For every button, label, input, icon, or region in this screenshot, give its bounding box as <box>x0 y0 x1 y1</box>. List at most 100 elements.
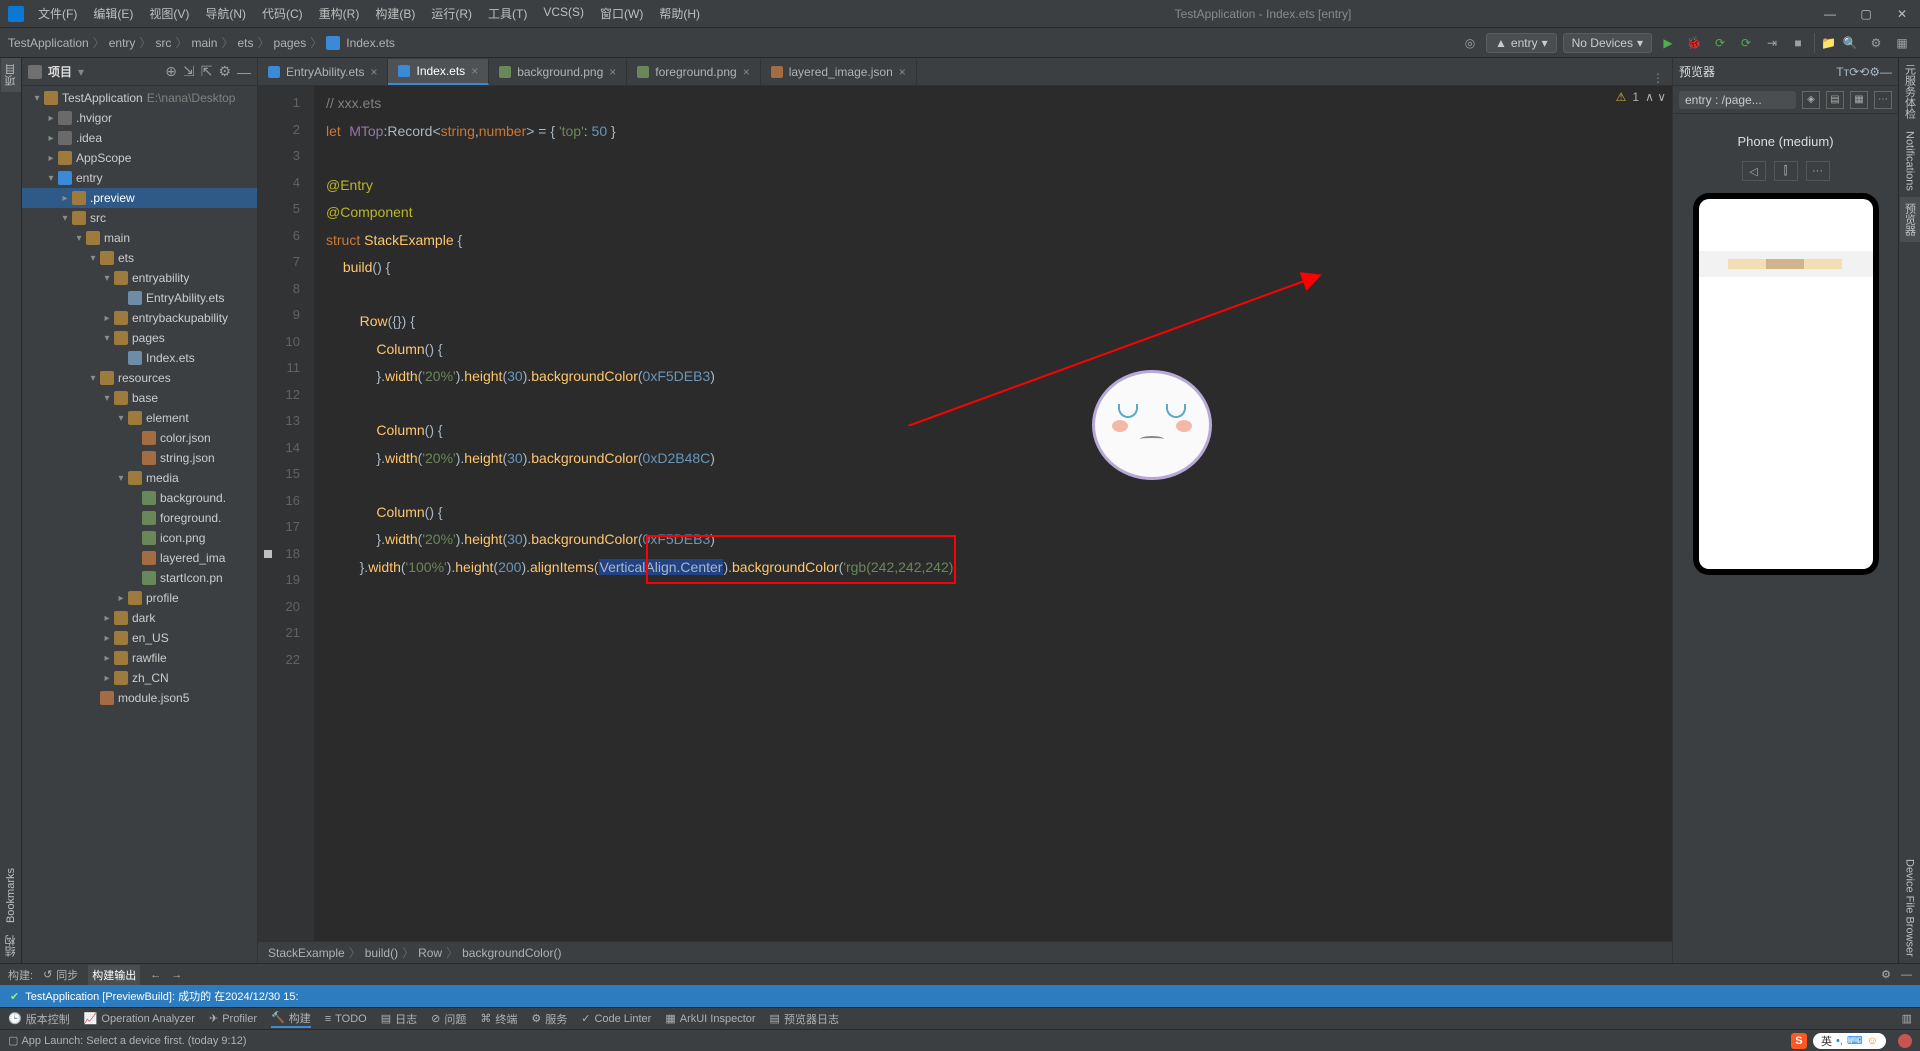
run-icon[interactable]: ▶ <box>1658 33 1678 53</box>
tool-problems[interactable]: ⊘ 问题 <box>431 1011 466 1027</box>
nav-arrows[interactable]: ∧ ∨ <box>1645 90 1666 104</box>
tree-row[interactable]: ▸profile <box>22 588 257 608</box>
crumb-bg[interactable]: backgroundColor() <box>462 946 561 960</box>
back-icon[interactable]: ◁ <box>1742 161 1766 181</box>
tab-entryability[interactable]: EntryAbility.ets× <box>258 59 388 85</box>
tool-profiler[interactable]: ✈ Profiler <box>209 1012 257 1025</box>
tab-index[interactable]: Index.ets× <box>388 59 489 85</box>
tree-row[interactable]: ▾TestApplicationE:\nana\Desktop <box>22 88 257 108</box>
tool-arkui-inspector[interactable]: ▦ ArkUI Inspector <box>665 1012 755 1025</box>
preview-path[interactable]: entry : /page... <box>1679 91 1796 109</box>
debug-icon[interactable]: 🐞 <box>1684 33 1704 53</box>
crumb-main[interactable]: main <box>191 36 217 50</box>
build-message-row[interactable]: ✔ TestApplication [PreviewBuild]: 成功的 在2… <box>0 985 1920 1007</box>
tree-row[interactable]: ▸en_US <box>22 628 257 648</box>
preview-stack-icon[interactable]: ▤ <box>1826 91 1844 109</box>
tree-row[interactable]: ▾main <box>22 228 257 248</box>
tree-row[interactable]: ▸.idea <box>22 128 257 148</box>
tree-row[interactable]: foreground. <box>22 508 257 528</box>
sync-tab[interactable]: ↺ 同步 <box>43 967 78 983</box>
rail-structure[interactable]: 结构 <box>1 929 21 963</box>
preview-more-icon[interactable]: ⋯ <box>1874 91 1892 109</box>
crumb-build[interactable]: build() <box>365 946 398 960</box>
rail-meta-service[interactable]: 元服务体检 <box>1900 58 1920 125</box>
minimize-icon[interactable]: — <box>1820 7 1840 21</box>
menu-vcs[interactable]: VCS(S) <box>537 3 590 24</box>
crumb-pages[interactable]: pages <box>274 36 307 50</box>
build-output-tab[interactable]: 构建输出 <box>88 965 140 985</box>
tree-row[interactable]: ▸zh_CN <box>22 668 257 688</box>
menu-view[interactable]: 视图(V) <box>143 3 195 24</box>
maximize-icon[interactable]: ▢ <box>1856 7 1876 21</box>
stop-icon[interactable]: ■ <box>1788 33 1808 53</box>
locate-icon[interactable]: ⊕ <box>165 63 177 80</box>
folder-icon[interactable]: 📁 <box>1814 33 1834 53</box>
preview-hide-icon[interactable]: — <box>1880 65 1892 79</box>
panel-gear-icon[interactable]: ⚙ <box>1881 968 1891 981</box>
error-indicator-icon[interactable] <box>1898 1034 1912 1048</box>
menu-tools[interactable]: 工具(T) <box>482 3 533 24</box>
menu-build[interactable]: 构建(B) <box>369 3 421 24</box>
rail-previewer[interactable]: 预览器 <box>1900 197 1920 242</box>
prev-icon[interactable]: ← <box>150 969 161 981</box>
tree-row[interactable]: ▸AppScope <box>22 148 257 168</box>
editor-body[interactable]: 12345678910111213141516171819202122 // x… <box>258 86 1672 941</box>
menu-help[interactable]: 帮助(H) <box>653 3 706 24</box>
next-icon[interactable]: → <box>171 969 182 981</box>
orientation-icon[interactable]: ⫿ <box>1774 161 1798 181</box>
tree-row[interactable]: ▾ets <box>22 248 257 268</box>
tab-close-icon[interactable]: × <box>743 65 750 79</box>
tree-row[interactable]: ▾element <box>22 408 257 428</box>
font-icon[interactable]: Tт <box>1836 65 1849 79</box>
menu-file[interactable]: 文件(F) <box>32 3 83 24</box>
tree-row[interactable]: background. <box>22 488 257 508</box>
menu-code[interactable]: 代码(C) <box>256 3 309 24</box>
tree-row[interactable]: ▸dark <box>22 608 257 628</box>
crumb-project[interactable]: TestApplication <box>8 36 89 50</box>
tree-row[interactable]: EntryAbility.ets <box>22 288 257 308</box>
preview-grid-icon[interactable]: ▦ <box>1850 91 1868 109</box>
close-icon[interactable]: ✕ <box>1892 7 1912 21</box>
tree-row[interactable]: ▸.hvigor <box>22 108 257 128</box>
tab-layered[interactable]: layered_image.json× <box>761 59 917 85</box>
panel-hide-icon[interactable]: — <box>237 64 251 80</box>
attach-icon[interactable]: ⇥ <box>1762 33 1782 53</box>
expand-icon[interactable]: ⇲ <box>183 63 195 80</box>
tree-row[interactable]: Index.ets <box>22 348 257 368</box>
menu-edit[interactable]: 编辑(E) <box>87 3 139 24</box>
coverage-icon[interactable]: ⟳ <box>1710 33 1730 53</box>
tree-row[interactable]: ▾pages <box>22 328 257 348</box>
crumb-src[interactable]: src <box>155 36 171 50</box>
tool-build[interactable]: 🔨 构建 <box>271 1010 311 1028</box>
crumb-entry[interactable]: entry <box>109 36 136 50</box>
tabs-menu-icon[interactable]: ⋮ <box>1644 71 1672 85</box>
refresh-icon[interactable]: ⟳ <box>1849 65 1859 79</box>
profile-icon[interactable]: ⟳ <box>1736 33 1756 53</box>
tree-row[interactable]: color.json <box>22 428 257 448</box>
tree-row[interactable]: module.json5 <box>22 688 257 708</box>
tree-row[interactable]: ▾entryability <box>22 268 257 288</box>
search-icon[interactable]: 🔍 <box>1840 33 1860 53</box>
project-dropdown-icon[interactable]: ▾ <box>78 65 84 79</box>
tool-services[interactable]: ⚙ 服务 <box>531 1011 567 1027</box>
tool-code-linter[interactable]: ✓ Code Linter <box>581 1012 651 1025</box>
device-more-icon[interactable]: ··· <box>1806 161 1830 181</box>
gear-icon[interactable]: ⚙ <box>1866 33 1886 53</box>
tab-close-icon[interactable]: × <box>370 65 377 79</box>
preview-gear-icon[interactable]: ⚙ <box>1869 65 1880 79</box>
tree-row[interactable]: ▸.preview <box>22 188 257 208</box>
tool-preview-log[interactable]: ▤ 预览器日志 <box>770 1011 839 1027</box>
tab-foreground[interactable]: foreground.png× <box>627 59 760 85</box>
target-icon[interactable]: ◎ <box>1460 33 1480 53</box>
tree-row[interactable]: ▸rawfile <box>22 648 257 668</box>
ime-indicator[interactable]: S 英 •, ⌨ ☺ <box>1791 1033 1912 1049</box>
menu-window[interactable]: 窗口(W) <box>594 3 649 24</box>
crumb-ets[interactable]: ets <box>237 36 253 50</box>
tree-row[interactable]: ▾src <box>22 208 257 228</box>
tree-row[interactable]: ▾resources <box>22 368 257 388</box>
rail-bookmarks[interactable]: Bookmarks <box>3 862 19 929</box>
code-inspection-status[interactable]: ⚠ 1 ∧ ∨ <box>1616 90 1666 104</box>
more-icon[interactable]: ▦ <box>1892 33 1912 53</box>
tab-close-icon[interactable]: × <box>899 65 906 79</box>
tab-close-icon[interactable]: × <box>471 64 478 78</box>
